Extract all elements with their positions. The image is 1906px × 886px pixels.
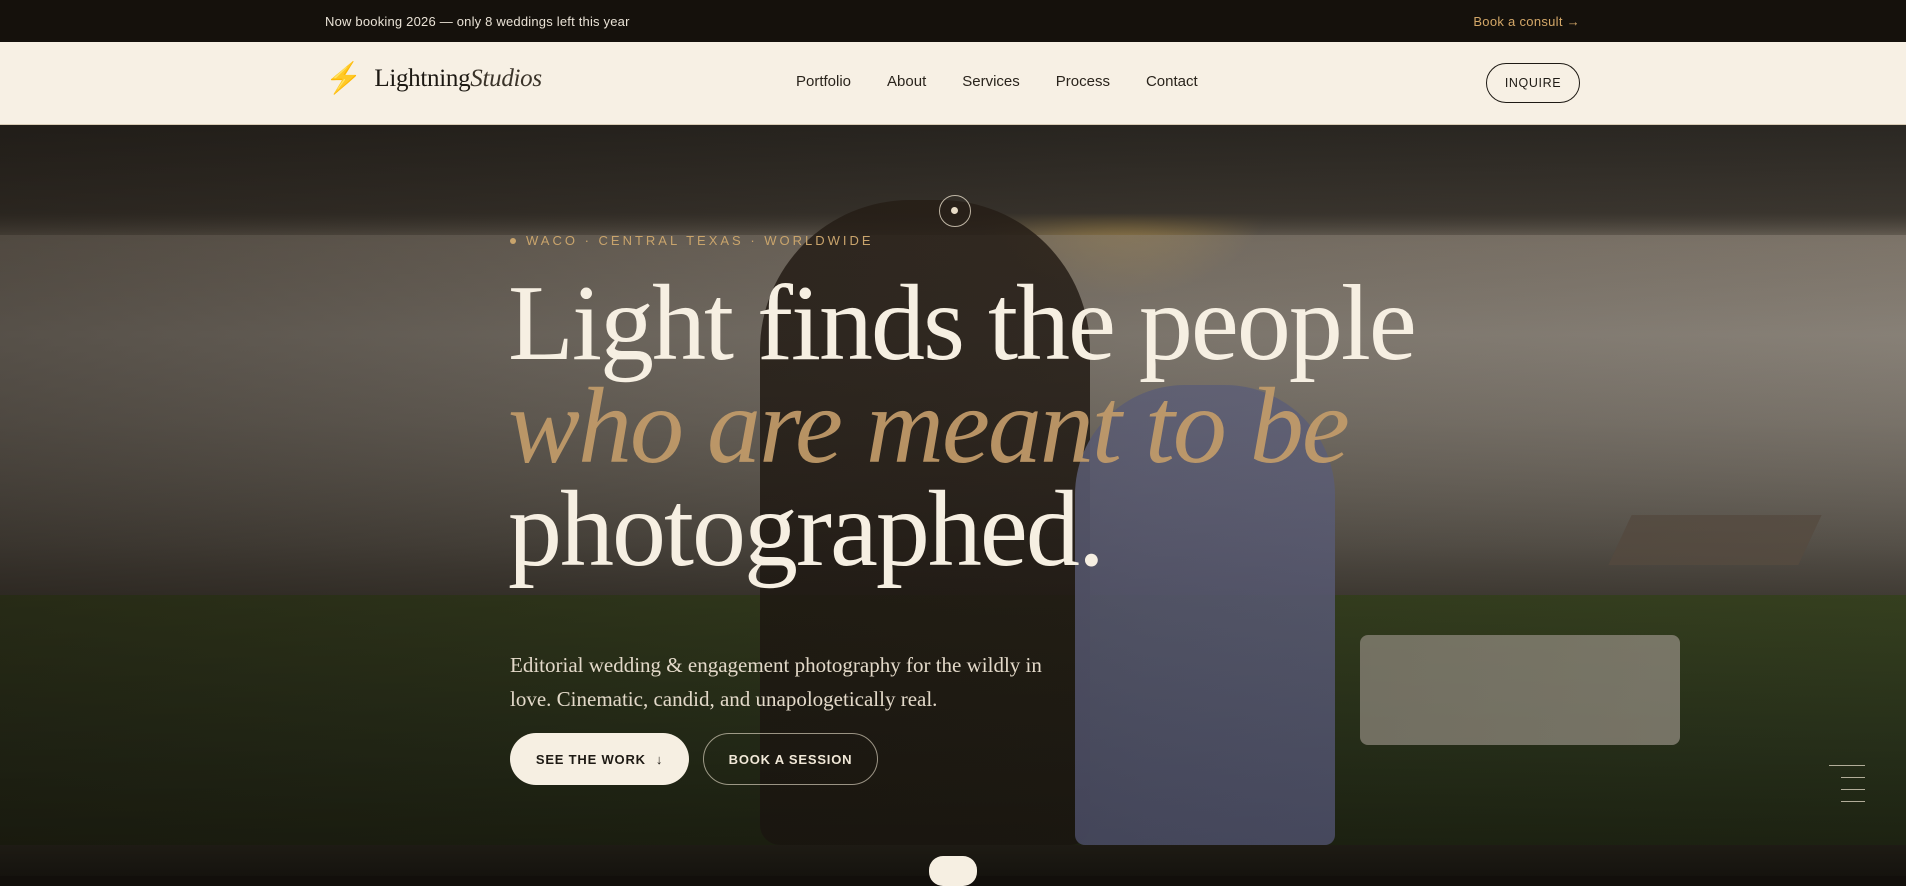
lightning-bolt-icon: ⚡ xyxy=(325,62,363,95)
book-session-button[interactable]: BOOK A SESSION xyxy=(703,733,878,785)
see-the-work-label: SEE THE WORK xyxy=(535,751,646,767)
headline-line-1: Light finds the people xyxy=(508,264,1417,383)
hero-headline: Light finds the people who are meant to … xyxy=(508,264,1417,589)
hero-eyebrow: WACO · CENTRAL TEXAS · WORLDWIDE xyxy=(510,233,874,248)
main-nav: Portfolio About Services Process Contact xyxy=(796,73,1198,90)
nav-process[interactable]: Process xyxy=(1056,73,1110,90)
book-consult-link[interactable]: Book a consult → xyxy=(1473,14,1580,29)
eyebrow-dot-icon xyxy=(510,237,516,244)
scroll-handle[interactable] xyxy=(929,856,977,886)
arrow-down-icon: ↓ xyxy=(655,751,664,767)
logo[interactable]: ⚡ LightningStudios xyxy=(325,64,542,94)
hero-subhead: Editorial wedding & engagement photograp… xyxy=(510,653,1042,711)
eyebrow-text: WACO · CENTRAL TEXAS · WORLDWIDE xyxy=(526,233,874,248)
carousel-indicator-icon[interactable] xyxy=(939,195,971,227)
announcement-bar: Now booking 2026 — only 8 weddings left … xyxy=(0,0,1906,42)
nav-portfolio[interactable]: Portfolio xyxy=(796,73,851,90)
nav-services[interactable]: Services xyxy=(962,73,1020,90)
see-the-work-button[interactable]: SEE THE WORK ↓ xyxy=(510,733,689,785)
nav-contact[interactable]: Contact xyxy=(1146,73,1198,90)
headline-line-2: who are meant to be xyxy=(508,367,1350,486)
announcement-text: Now booking 2026 — only 8 weddings left … xyxy=(325,14,630,29)
nav-about[interactable]: About xyxy=(887,73,926,90)
menu-lines-icon[interactable] xyxy=(1829,765,1865,803)
inquire-button[interactable]: INQUIRE xyxy=(1486,63,1580,103)
headline-line-3: photographed. xyxy=(508,470,1105,589)
logo-wordmark: LightningStudios xyxy=(374,65,542,92)
site-header: ⚡ LightningStudios Portfolio About Servi… xyxy=(0,42,1906,125)
